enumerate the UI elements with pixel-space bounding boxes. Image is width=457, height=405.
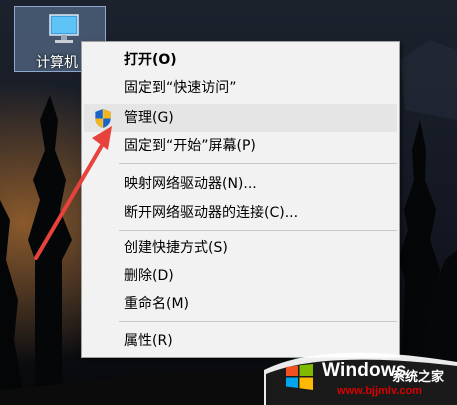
menu-item-disconnect-network-drive[interactable]: 断开网络驱动器的连接(C)...: [84, 199, 397, 227]
menu-item-label: 固定到“快速访问”: [124, 80, 237, 96]
menu-item-label: 重命名(M): [124, 296, 190, 312]
menu-item-label: 断开网络驱动器的连接(C)...: [124, 205, 299, 221]
uac-shield-icon: [95, 108, 111, 129]
menu-item-create-shortcut[interactable]: 创建快捷方式(S): [84, 234, 397, 262]
menu-item-open[interactable]: 打开(O): [84, 46, 397, 74]
menu-item-label: 删除(D): [124, 268, 174, 284]
menu-item-label: 打开(O): [124, 52, 177, 68]
menu-separator: [119, 230, 397, 231]
computer-icon: [49, 14, 79, 43]
menu-item-label: 管理(G): [124, 110, 174, 126]
menu-item-manage[interactable]: 管理(G): [84, 104, 397, 132]
menu-item-pin-quick-access[interactable]: 固定到“快速访问”: [84, 74, 397, 102]
menu-item-label: 固定到“开始”屏幕(P): [124, 138, 256, 154]
menu-item-map-network-drive[interactable]: 映射网络驱动器(N)...: [84, 170, 397, 198]
watermark-url: www.bjjmlv.com: [337, 385, 422, 397]
menu-separator: [119, 321, 397, 322]
menu-item-delete[interactable]: 删除(D): [84, 262, 397, 290]
menu-item-label: 创建快捷方式(S): [124, 240, 228, 256]
context-menu: 打开(O) 固定到“快速访问” 管理(G) 固定到“开始”屏幕(P) 映射网络驱…: [81, 41, 400, 358]
menu-item-rename[interactable]: 重命名(M): [84, 290, 397, 318]
menu-item-label: 属性(R): [124, 333, 173, 349]
watermark-brand-cn: 系统之家: [392, 370, 445, 385]
menu-separator: [119, 163, 397, 164]
menu-item-pin-start[interactable]: 固定到“开始”屏幕(P): [84, 132, 397, 160]
menu-item-label: 映射网络驱动器(N)...: [124, 176, 257, 192]
